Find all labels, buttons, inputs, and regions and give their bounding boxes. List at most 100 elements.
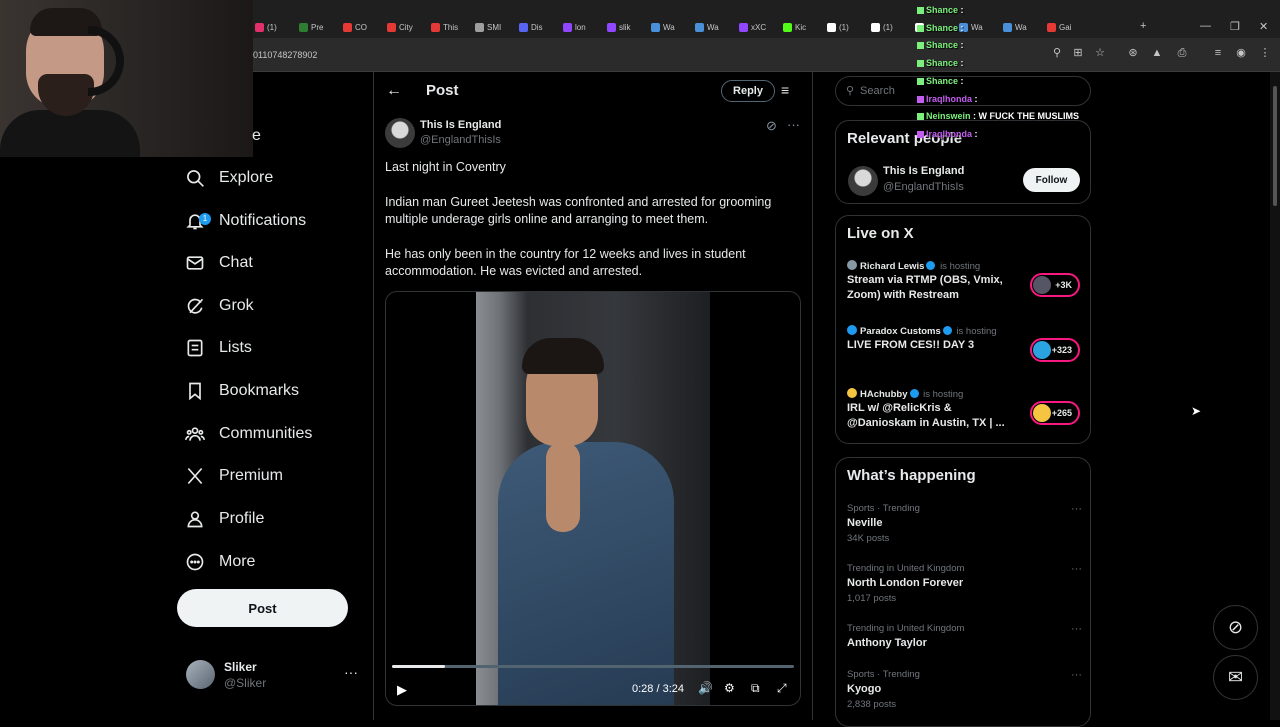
close-window-icon[interactable]: ✕ xyxy=(1259,20,1268,33)
browser-menu-icon[interactable]: ⋮ xyxy=(1258,46,1272,60)
nav-notifications[interactable]: 1 Notifications xyxy=(185,206,306,236)
browser-tab[interactable]: This xyxy=(431,17,471,37)
volume-icon[interactable]: 🔊 xyxy=(698,681,713,695)
trend-item[interactable]: Sports · Trending Neville 34K posts ··· xyxy=(847,503,1087,544)
install-icon[interactable]: ⊞ xyxy=(1071,46,1085,60)
tab-label: Pre xyxy=(311,22,324,32)
trend-more-icon[interactable]: ··· xyxy=(1071,563,1082,575)
trend-item[interactable]: Trending in United Kingdom Anthony Taylo… xyxy=(847,623,1087,649)
author-avatar[interactable] xyxy=(385,118,415,148)
chat-line: Iraqlhonda : xyxy=(917,129,978,139)
maximize-icon[interactable]: ❐ xyxy=(1230,20,1240,33)
avatar xyxy=(1033,341,1051,359)
live-count-label: +265 xyxy=(1051,408,1072,418)
grok-fab-button[interactable]: ⊘ xyxy=(1213,605,1258,650)
live-listener-count[interactable]: +3K xyxy=(1030,273,1080,297)
chat-username: Shance xyxy=(926,22,959,33)
play-icon[interactable]: ▶ xyxy=(397,682,407,698)
x-logo-icon xyxy=(187,467,203,485)
page-scrollbar[interactable] xyxy=(1270,72,1280,720)
sliders-icon[interactable]: ≡ xyxy=(781,82,789,98)
settings-gear-icon[interactable]: ⚙ xyxy=(724,681,735,695)
browser-tab[interactable]: (1) xyxy=(827,17,867,37)
tab-favicon-icon xyxy=(519,22,528,32)
author-handle[interactable]: @EnglandThisIs xyxy=(420,134,501,146)
browser-tab[interactable]: Gai xyxy=(1047,17,1087,37)
zoom-icon[interactable]: ⚲ xyxy=(1050,46,1064,60)
relevant-person-handle[interactable]: @EnglandThisIs xyxy=(883,181,964,193)
extension-icon[interactable]: ▲ xyxy=(1150,46,1164,60)
nav-premium-label: Premium xyxy=(219,467,284,484)
nav-chat[interactable]: Chat xyxy=(185,248,253,278)
url-text[interactable]: 0110748278902 xyxy=(253,50,317,60)
nav-explore[interactable]: Explore xyxy=(185,163,273,193)
fullscreen-icon[interactable]: ⤢ xyxy=(777,681,787,696)
nav-bookmarks[interactable]: Bookmarks xyxy=(185,376,299,406)
browser-tab[interactable]: Wa xyxy=(1003,17,1043,37)
back-arrow-icon[interactable]: ← xyxy=(386,82,402,100)
tab-label: Wa xyxy=(663,22,675,32)
trend-more-icon[interactable]: ··· xyxy=(1071,623,1082,635)
avatar xyxy=(1033,276,1051,294)
nav-bookmarks-label: Bookmarks xyxy=(219,382,300,399)
nav-grok[interactable]: Grok xyxy=(185,291,254,321)
live-listener-count[interactable]: +323 xyxy=(1030,338,1080,362)
picture-in-picture-icon[interactable]: ⧉ xyxy=(751,681,760,696)
tab-search-icon[interactable]: ≡ xyxy=(1211,46,1225,60)
trend-item[interactable]: Trending in United Kingdom North London … xyxy=(847,563,1087,604)
author-name[interactable]: This Is England xyxy=(420,119,501,131)
new-tab-button[interactable]: + xyxy=(1140,20,1146,32)
browser-tab[interactable]: (1) xyxy=(255,17,295,37)
browser-tab[interactable]: Kic xyxy=(783,17,823,37)
browser-tab[interactable]: (1) xyxy=(871,17,911,37)
trend-item[interactable]: Sports · Trending Kyogo 2,838 posts ··· xyxy=(847,669,1087,710)
account-more-icon[interactable]: ··· xyxy=(344,664,358,680)
nav-communities[interactable]: Communities xyxy=(185,419,312,449)
browser-tab[interactable]: Dis xyxy=(519,17,559,37)
browser-tab[interactable]: Wa xyxy=(959,17,999,37)
nav-profile[interactable]: Profile xyxy=(185,504,264,534)
live-count-label: +3K xyxy=(1055,280,1072,290)
tab-label: This xyxy=(443,22,459,32)
trend-more-icon[interactable]: ··· xyxy=(1071,669,1082,681)
browser-tab[interactable]: City xyxy=(387,17,427,37)
browser-tab[interactable]: Wa xyxy=(695,17,735,37)
nav-home-label-partial[interactable]: e xyxy=(252,127,261,145)
live-listener-count[interactable]: +265 xyxy=(1030,401,1080,425)
mail-icon xyxy=(186,256,204,270)
trend-more-icon[interactable]: ··· xyxy=(1071,503,1082,515)
avatar[interactable] xyxy=(848,166,878,196)
video-player[interactable]: ▶ 0:28 / 3:24 🔊 ⚙ ⧉ ⤢ xyxy=(385,291,801,706)
video-progress-bar[interactable] xyxy=(392,665,794,668)
nav-premium[interactable]: Premium xyxy=(185,461,283,491)
scrollbar-thumb[interactable] xyxy=(1273,86,1277,206)
browser-tab[interactable]: SMI xyxy=(475,17,515,37)
browser-tab[interactable]: slik xyxy=(607,17,647,37)
grok-icon[interactable]: ⊘ xyxy=(766,118,777,134)
browser-tab[interactable]: Wa xyxy=(651,17,691,37)
follow-button[interactable]: Follow xyxy=(1023,168,1080,192)
nav-lists[interactable]: Lists xyxy=(185,333,252,363)
live-on-x-title: Live on X xyxy=(847,225,914,242)
mail-icon: ✉ xyxy=(1227,667,1244,687)
browser-tab[interactable]: Pre xyxy=(299,17,339,37)
relevant-person-name[interactable]: This Is England xyxy=(883,165,964,177)
profile-avatar-icon[interactable]: ◉ xyxy=(1234,46,1248,60)
minimize-icon[interactable]: — xyxy=(1200,20,1211,32)
post-more-icon[interactable]: ··· xyxy=(787,117,800,132)
nav-chat-label: Chat xyxy=(219,254,253,271)
extension-icon[interactable]: ⊛ xyxy=(1126,46,1140,60)
reply-button[interactable]: Reply xyxy=(721,80,775,102)
chat-line: Shance : xyxy=(917,76,964,86)
bookmark-star-icon[interactable]: ☆ xyxy=(1093,46,1107,60)
browser-tab[interactable]: lon xyxy=(563,17,603,37)
messages-fab-button[interactable]: ✉ xyxy=(1213,655,1258,700)
extensions-puzzle-icon[interactable]: ⎙ xyxy=(1175,46,1189,60)
post-button[interactable]: Post xyxy=(177,589,348,627)
chat-badge-icon xyxy=(917,7,924,14)
nav-more[interactable]: More xyxy=(185,547,255,577)
trend-name: Kyogo xyxy=(847,683,882,695)
browser-tab[interactable]: xXC xyxy=(739,17,779,37)
browser-tab[interactable]: CO xyxy=(343,17,383,37)
tab-label: xXC xyxy=(751,22,767,32)
